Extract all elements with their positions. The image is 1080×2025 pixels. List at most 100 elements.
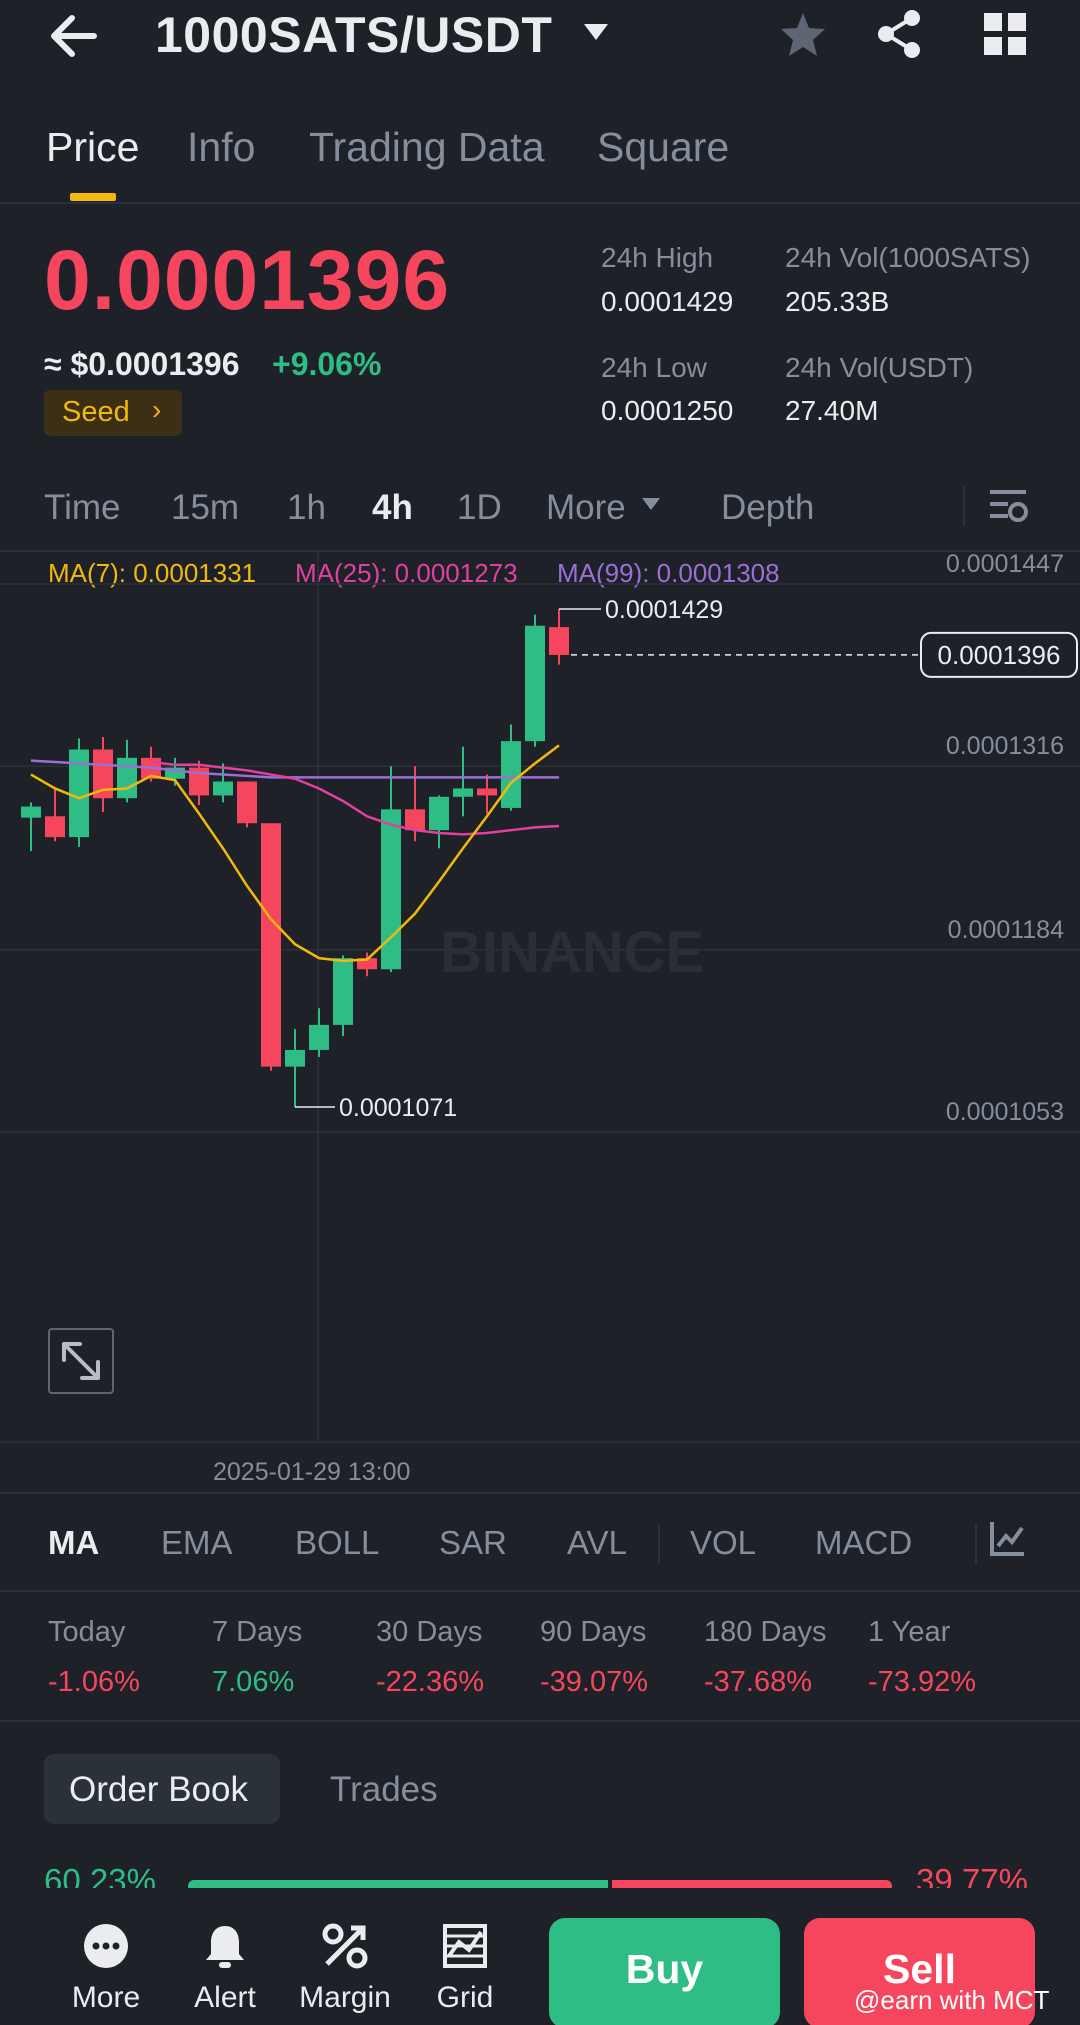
margin-label: Margin [299,1981,391,2014]
stat-low-value: 0.0001250 [601,395,734,426]
perf-value: 7.06% [212,1666,295,1698]
divider [0,1590,1080,1592]
divider [0,1492,1080,1494]
candle-body [261,823,281,1067]
last-price-label: 0.0001396 [938,640,1061,670]
buy-button[interactable]: Buy [549,1918,780,2025]
more-button[interactable]: More [46,1922,166,2015]
candle-body [525,625,545,742]
candle-body [237,781,257,824]
stat-high-label: 24h High [601,242,714,273]
tab-order-book[interactable]: Order Book [44,1754,280,1824]
pair-title[interactable]: 1000SATS/USDT [155,6,552,64]
y-axis-label: 0.0001316 [946,732,1064,760]
candle-body [453,788,473,797]
perf-label: 7 Days [212,1616,303,1648]
chart-x-label: 2025-01-29 13:00 [213,1458,411,1486]
candle-body [285,1049,305,1067]
interval-15m[interactable]: 15m [171,488,239,528]
divider [963,486,965,526]
indicator-avl[interactable]: AVL [567,1524,627,1562]
interval-more-label: More [546,488,626,527]
perf-label: 180 Days [704,1616,827,1648]
tab-trading-data[interactable]: Trading Data [309,124,545,171]
interval-time[interactable]: Time [44,488,120,528]
fullscreen-button[interactable] [48,1328,114,1394]
header: 1000SATS/USDT [0,0,1080,80]
indicator-macd[interactable]: MACD [815,1524,912,1562]
chevron-right-icon: › [152,394,162,425]
candlestick-chart[interactable]: 0.0001447 0.0001316 0.0001184 0.0001053 BINA… [0,552,1080,1492]
bell-icon [206,1926,244,1968]
interval-4h[interactable]: 4h [372,488,413,528]
high-price-label: 0.0001429 [605,596,723,624]
margin-icon [322,1923,368,1969]
more-label: More [71,1981,141,2014]
caret-down-icon[interactable] [582,22,610,42]
perf-label: 90 Days [540,1616,647,1648]
y-axis-label: 0.0001184 [948,916,1064,944]
chart-settings-icon[interactable] [988,486,1028,526]
indicator-settings-icon[interactable] [990,1520,1026,1556]
expand-icon [62,1342,100,1380]
y-axis-label: 0.0001447 [946,552,1064,578]
interval-1d[interactable]: 1D [457,488,502,528]
alert-label: Alert [194,1981,256,2014]
divider [975,1524,977,1564]
candle-body [405,809,425,831]
candle-body [309,1024,329,1050]
candle-body [333,958,353,1025]
margin-button[interactable]: Margin [285,1922,405,2015]
star-icon[interactable] [778,10,828,60]
stat-vol-base-value: 205.33B [785,286,890,317]
tab-square[interactable]: Square [597,124,729,171]
price-change-percent: +9.06% [272,346,382,382]
interval-1h[interactable]: 1h [287,488,326,528]
grid-icon[interactable] [984,13,1026,55]
candle-body [213,781,233,796]
back-arrow-icon[interactable] [46,8,106,64]
interval-depth[interactable]: Depth [721,488,814,528]
perf-label: 30 Days [376,1616,483,1648]
indicator-ma[interactable]: MA [48,1524,99,1562]
tab-trades[interactable]: Trades [330,1770,438,1810]
candle-body [117,757,137,799]
perf-label: 1 Year [868,1616,951,1648]
seed-tag[interactable]: Seed › [44,390,182,436]
grid-button[interactable]: Grid [405,1922,525,2015]
perf-label: Today [48,1616,126,1648]
grid-label: Grid [436,1981,494,2014]
stat-low-label: 24h Low [601,352,707,383]
indicator-sar[interactable]: SAR [439,1524,507,1562]
tab-info[interactable]: Info [187,124,255,171]
divider [658,1524,660,1564]
perf-value: -37.68% [704,1666,813,1698]
indicator-ema[interactable]: EMA [161,1524,233,1562]
perf-value: -22.36% [376,1666,485,1698]
tab-price[interactable]: Price [46,124,139,171]
perf-value: -73.92% [868,1666,977,1698]
usd-price: ≈ $0.0001396 [44,346,240,382]
alert-button[interactable]: Alert [165,1922,285,2015]
divider [0,1720,1080,1722]
candle-body [501,741,521,808]
stat-high-value: 0.0001429 [601,286,734,317]
active-tab-indicator [70,193,116,201]
y-axis-label: 0.0001053 [946,1098,1064,1126]
top-tabs: Price Info Trading Data Square [0,118,1080,204]
indicator-vol[interactable]: VOL [690,1524,756,1562]
interval-more[interactable]: More [546,488,661,528]
indicator-boll[interactable]: BOLL [295,1524,379,1562]
share-icon[interactable] [874,8,924,60]
stat-vol-quote-value: 27.40M [785,395,879,426]
seed-tag-label: Seed [62,396,130,428]
last-price: 0.0001396 [44,233,451,327]
grid-trading-icon [443,1924,487,1968]
candle-body [21,806,41,818]
candle-body [549,627,569,655]
caret-down-icon [642,497,661,510]
more-icon [84,1924,128,1968]
binance-watermark: BINANCE [440,920,704,985]
perf-value: -1.06% [48,1666,140,1698]
stat-vol-quote-label: 24h Vol(USDT) [785,352,974,383]
